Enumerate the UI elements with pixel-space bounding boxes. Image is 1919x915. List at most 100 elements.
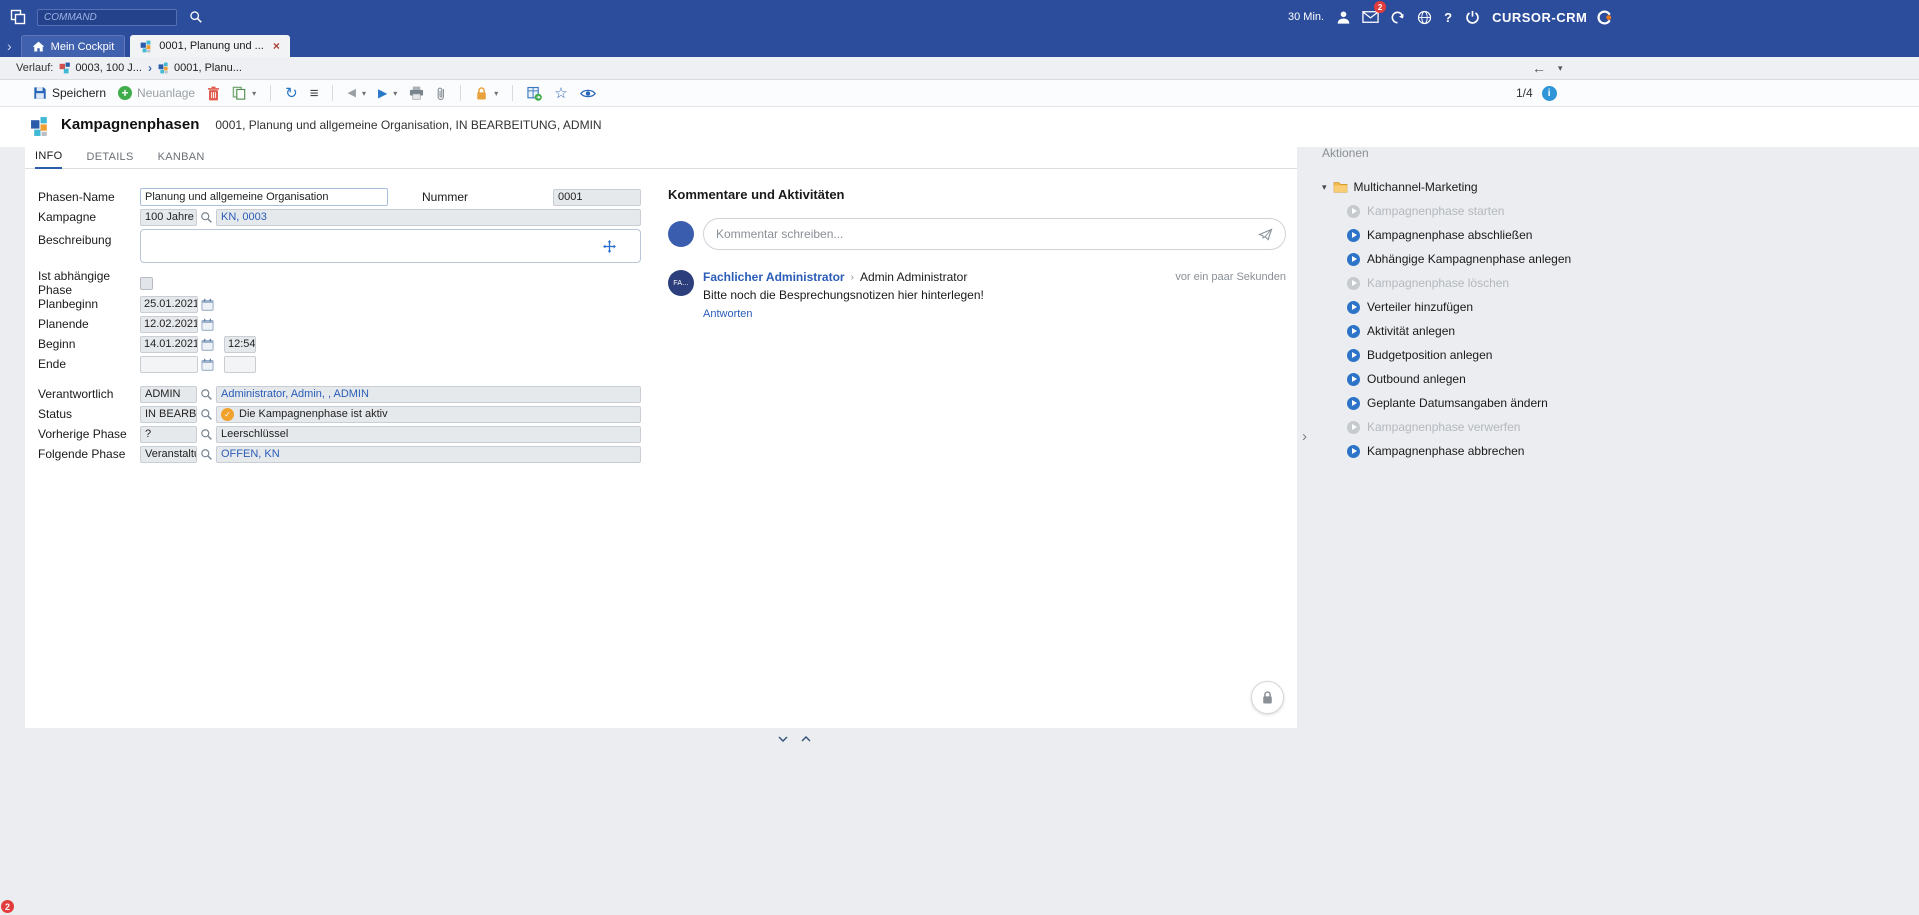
action-kampagnenphase-verwerfen[interactable]: Kampagnenphase verwerfen (1347, 420, 1572, 434)
action-geplante-datumsangaben-aendern[interactable]: Geplante Datumsangaben ändern (1347, 396, 1572, 410)
chevron-up-icon[interactable] (799, 733, 813, 745)
calendar-icon[interactable] (201, 298, 214, 311)
new-record-button[interactable]: Neuanlage (115, 84, 198, 102)
phasen-name-input[interactable] (140, 188, 388, 206)
dropdown-icon[interactable]: ▾ (252, 89, 256, 98)
tab-kanban[interactable]: KANBAN (158, 151, 205, 168)
export-button[interactable] (524, 84, 545, 103)
comment-text: Bitte noch die Besprechungsnotizen hier … (703, 288, 1286, 302)
user-icon[interactable] (1333, 7, 1353, 27)
calendar-icon[interactable] (201, 318, 214, 331)
dropdown-icon[interactable]: ▾ (494, 89, 498, 98)
history-back-icon[interactable]: ← (1532, 60, 1546, 76)
action-outbound-anlegen[interactable]: Outbound anlegen (1347, 372, 1572, 386)
send-icon[interactable] (1258, 228, 1273, 241)
beschreibung-textarea[interactable] (140, 229, 641, 263)
comment-author-link[interactable]: Fachlicher Administrator (703, 270, 845, 284)
lookup-search-icon[interactable] (200, 388, 213, 401)
refresh-button[interactable]: ↻ (282, 84, 301, 103)
action-abhaengige-kampagnenphase-anlegen[interactable]: Abhängige Kampagnenphase anlegen (1347, 252, 1572, 266)
app-windows-icon[interactable] (8, 7, 28, 27)
toolbar-separator (460, 85, 461, 101)
comment-input[interactable] (716, 227, 1250, 241)
attachment-button[interactable] (433, 84, 449, 103)
lock-button[interactable]: ▾ (472, 84, 501, 103)
globe-icon[interactable] (1414, 7, 1434, 27)
breadcrumb-item-phase[interactable]: 0001, Planu... (158, 62, 242, 74)
kampagne-key-field[interactable]: 100 Jahre - (140, 209, 197, 226)
logout-power-icon[interactable] (1462, 7, 1482, 27)
collapse-actions-chevron-icon[interactable]: › (1302, 428, 1307, 445)
tab-info[interactable]: INFO (35, 150, 62, 169)
record-lock-button[interactable] (1251, 681, 1284, 714)
watch-button[interactable] (577, 86, 599, 101)
folgende-phase-link[interactable]: OFFEN, KN (221, 448, 280, 460)
kampagne-link[interactable]: KN, 0003 (221, 211, 267, 223)
action-budgetposition-anlegen[interactable]: Budgetposition anlegen (1347, 348, 1572, 362)
beginn-time-field[interactable]: 12:54 (224, 336, 256, 353)
actions-group-multichannel[interactable]: ▾ Multichannel-Marketing (1322, 180, 1572, 194)
expand-tabs-chevron-icon[interactable]: › (7, 39, 12, 53)
toolbar-separator (270, 85, 271, 101)
tab-label: 0001, Planung und ... (159, 40, 264, 52)
save-button[interactable]: Speichern (30, 84, 109, 102)
action-kampagnenphase-abbrechen[interactable]: Kampagnenphase abbrechen (1347, 444, 1572, 458)
verantwortlich-link[interactable]: Administrator, Admin, , ADMIN (221, 388, 369, 400)
action-kampagnenphase-starten[interactable]: Kampagnenphase starten (1347, 204, 1572, 218)
lookup-search-icon[interactable] (200, 211, 213, 224)
action-kampagnenphase-abschliessen[interactable]: Kampagnenphase abschließen (1347, 228, 1572, 242)
chevron-down-icon[interactable] (776, 733, 790, 745)
toolbar-separator (512, 85, 513, 101)
copy-button[interactable]: ▾ (229, 84, 259, 102)
lookup-search-icon[interactable] (200, 448, 213, 461)
form-row-vorherige-phase: Vorherige Phase ? Leerschlüssel (38, 424, 656, 444)
ende-time-field[interactable] (224, 356, 256, 373)
tab-mein-cockpit[interactable]: Mein Cockpit (21, 35, 126, 57)
previous-record-button[interactable]: ◀▾ (344, 86, 368, 101)
info-icon[interactable] (1542, 86, 1557, 101)
dropdown-icon[interactable]: ▾ (393, 89, 397, 98)
menu-button[interactable]: ≡ (307, 84, 322, 103)
move-crosshair-icon[interactable] (603, 240, 616, 253)
dropdown-icon[interactable]: ▾ (362, 89, 366, 98)
folgende-phase-key-field[interactable]: Veranstaltu (140, 446, 197, 463)
reply-link[interactable]: Antworten (703, 308, 753, 320)
help-icon[interactable]: ? (1441, 10, 1455, 25)
print-button[interactable] (406, 84, 427, 102)
action-verteiler-hinzufuegen[interactable]: Verteiler hinzufügen (1347, 300, 1572, 314)
verantwortlich-key-field[interactable]: ADMIN (140, 386, 197, 403)
play-icon (1347, 373, 1360, 386)
planbeginn-field[interactable]: 25.01.2021 (140, 296, 198, 313)
abhaengige-phase-checkbox[interactable] (140, 277, 153, 290)
calendar-icon[interactable] (201, 338, 214, 351)
lookup-search-icon[interactable] (200, 408, 213, 421)
favorite-button[interactable]: ☆ (551, 84, 570, 103)
tab-details[interactable]: DETAILS (86, 151, 133, 168)
breadcrumb-item-kampagne[interactable]: 0003, 100 J... (59, 62, 142, 74)
delete-button[interactable] (204, 84, 223, 103)
status-key-field[interactable]: IN BEARBEI (140, 406, 197, 423)
comment-timestamp: vor ein paar Sekunden (1175, 271, 1286, 283)
comment-input-pill[interactable] (703, 218, 1286, 250)
notification-badge[interactable]: 2 (1, 900, 14, 913)
action-aktivitaet-anlegen[interactable]: Aktivität anlegen (1347, 324, 1572, 338)
action-kampagnenphase-loeschen[interactable]: Kampagnenphase löschen (1347, 276, 1572, 290)
planende-field[interactable]: 12.02.2021 (140, 316, 198, 333)
beginn-field[interactable]: 14.01.2021 (140, 336, 198, 353)
search-icon[interactable] (186, 7, 206, 27)
next-record-button[interactable]: ▶▾ (375, 85, 400, 101)
history-dropdown-icon[interactable]: ▾ (1558, 63, 1563, 74)
lookup-search-icon[interactable] (200, 428, 213, 441)
redo-icon[interactable] (1387, 7, 1407, 27)
form-row-planbeginn: Planbeginn 25.01.2021 (38, 294, 656, 314)
tab-label: Mein Cockpit (51, 41, 115, 53)
calendar-icon[interactable] (201, 358, 214, 371)
command-input[interactable] (37, 9, 177, 26)
ende-field[interactable] (140, 356, 198, 373)
brand-logo-icon (1594, 7, 1614, 27)
mail-icon[interactable]: 2 (1360, 7, 1380, 27)
close-tab-icon[interactable]: × (273, 40, 280, 52)
vorherige-phase-key-field[interactable]: ? (140, 426, 197, 443)
tree-expand-icon[interactable]: ▾ (1322, 182, 1327, 193)
tab-record[interactable]: 0001, Planung und ... × (130, 35, 290, 57)
